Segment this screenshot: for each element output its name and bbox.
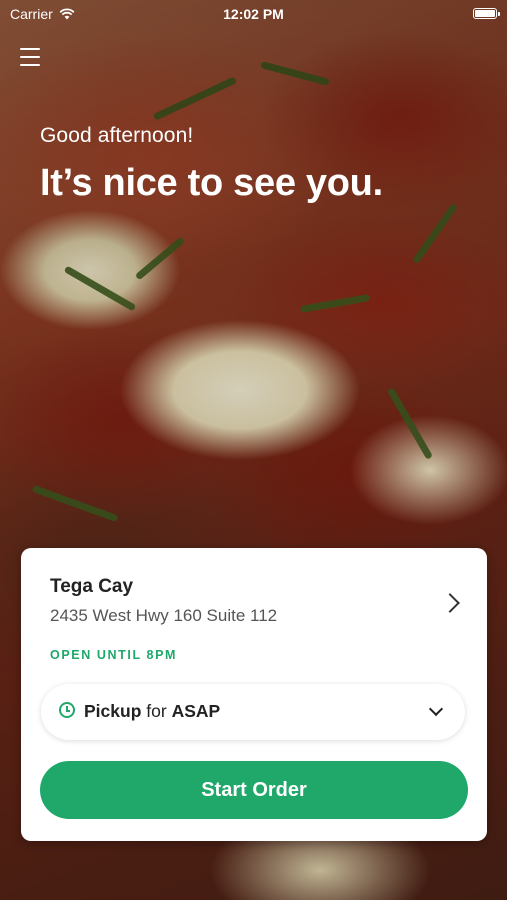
- order-timing: ASAP: [171, 701, 221, 721]
- order-card: Tega Cay 2435 West Hwy 160 Suite 112 OPE…: [21, 548, 487, 841]
- hamburger-menu-icon[interactable]: [20, 48, 40, 66]
- location-name: Tega Cay: [50, 576, 134, 597]
- greeting-subtitle: Good afternoon!: [40, 124, 194, 147]
- location-address: 2435 West Hwy 160 Suite 112: [50, 606, 278, 625]
- clock-icon: [59, 702, 75, 718]
- order-type-label: Pickup for ASAP: [84, 701, 220, 722]
- order-mode: Pickup: [84, 701, 142, 721]
- hours-status: OPEN UNTIL 8PM: [50, 648, 178, 662]
- order-type-dropdown[interactable]: Pickup for ASAP: [41, 684, 465, 740]
- battery-icon: [473, 8, 500, 19]
- location-selector[interactable]: Tega Cay 2435 West Hwy 160 Suite 112: [50, 576, 463, 636]
- status-bar: Carrier 12:02 PM: [0, 0, 507, 30]
- clock-time: 12:02 PM: [223, 6, 284, 22]
- start-order-button[interactable]: Start Order: [40, 761, 468, 819]
- greeting-title: It’s nice to see you.: [40, 162, 383, 204]
- chevron-down-icon: [428, 701, 444, 717]
- order-connector: for: [146, 701, 167, 721]
